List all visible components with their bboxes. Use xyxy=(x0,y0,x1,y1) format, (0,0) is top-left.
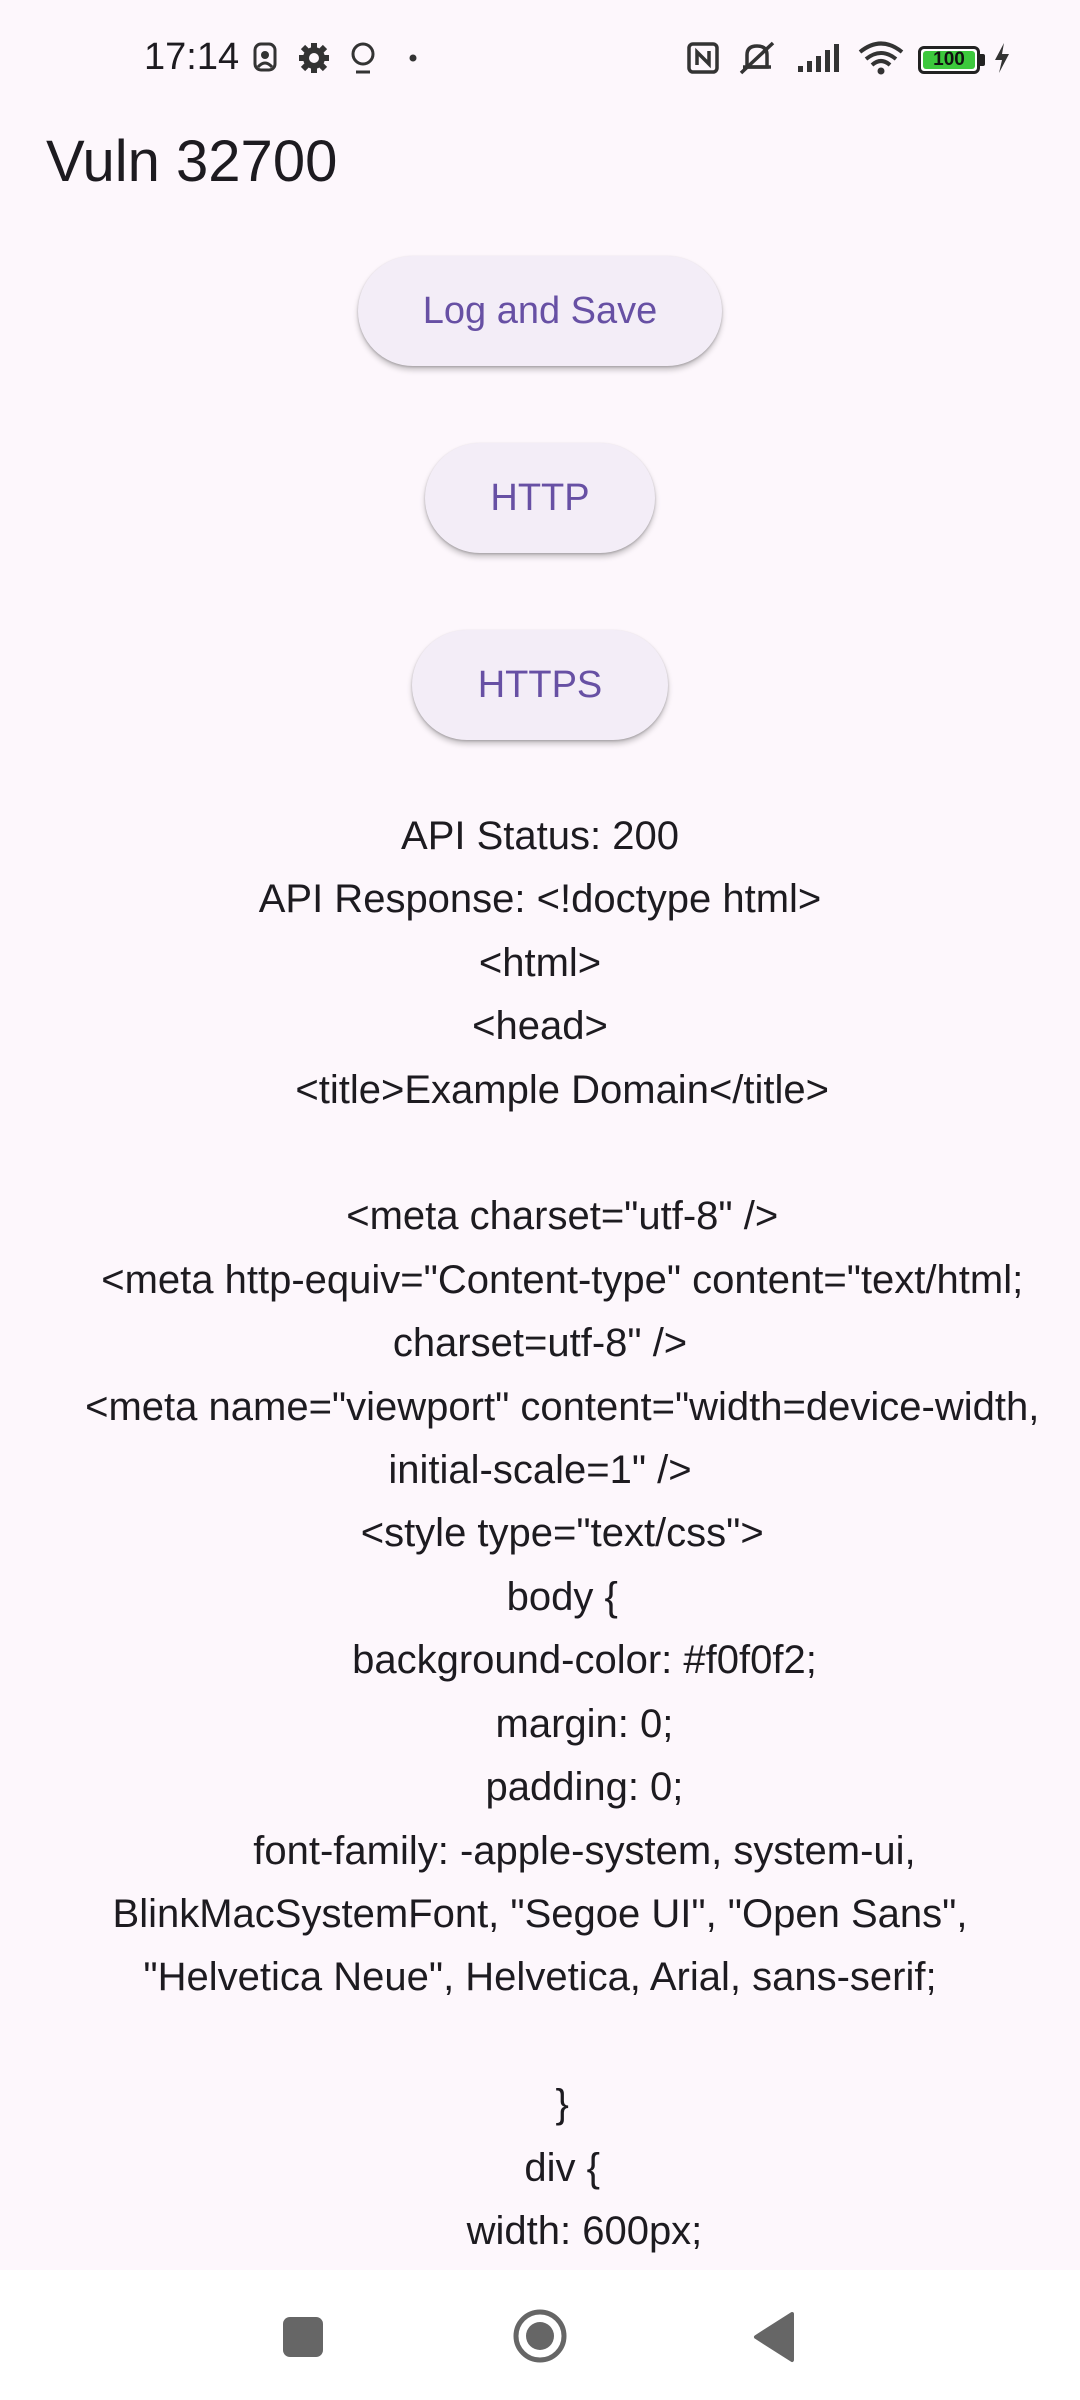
battery-level: 100 xyxy=(923,49,975,70)
status-time: 17:14 xyxy=(144,36,240,78)
back-button[interactable] xyxy=(752,2310,796,2364)
back-icon xyxy=(754,2312,794,2362)
recents-button[interactable] xyxy=(283,2317,323,2357)
status-bar: 17:14 100 xyxy=(0,0,1080,120)
http-button[interactable]: HTTP xyxy=(425,443,655,553)
api-response-text: API Status: 200 API Response: <!doctype … xyxy=(85,814,1040,2253)
battery-nub xyxy=(980,54,985,66)
nfc-icon xyxy=(684,38,722,78)
home-button[interactable] xyxy=(512,2308,568,2364)
profile-badge-icon xyxy=(250,38,280,78)
home-icon xyxy=(513,2309,567,2363)
pin-icon xyxy=(344,38,382,78)
mute-icon xyxy=(734,38,780,78)
settings-icon xyxy=(294,38,334,78)
dot-icon xyxy=(406,38,420,78)
wifi-icon xyxy=(856,38,906,78)
signal-icon xyxy=(794,38,846,78)
app-title: Vuln 32700 xyxy=(46,129,338,194)
log-and-save-button[interactable]: Log and Save xyxy=(358,256,722,366)
charging-icon xyxy=(990,38,1014,78)
battery-icon: 100 xyxy=(918,46,980,74)
https-button[interactable]: HTTPS xyxy=(412,630,668,740)
